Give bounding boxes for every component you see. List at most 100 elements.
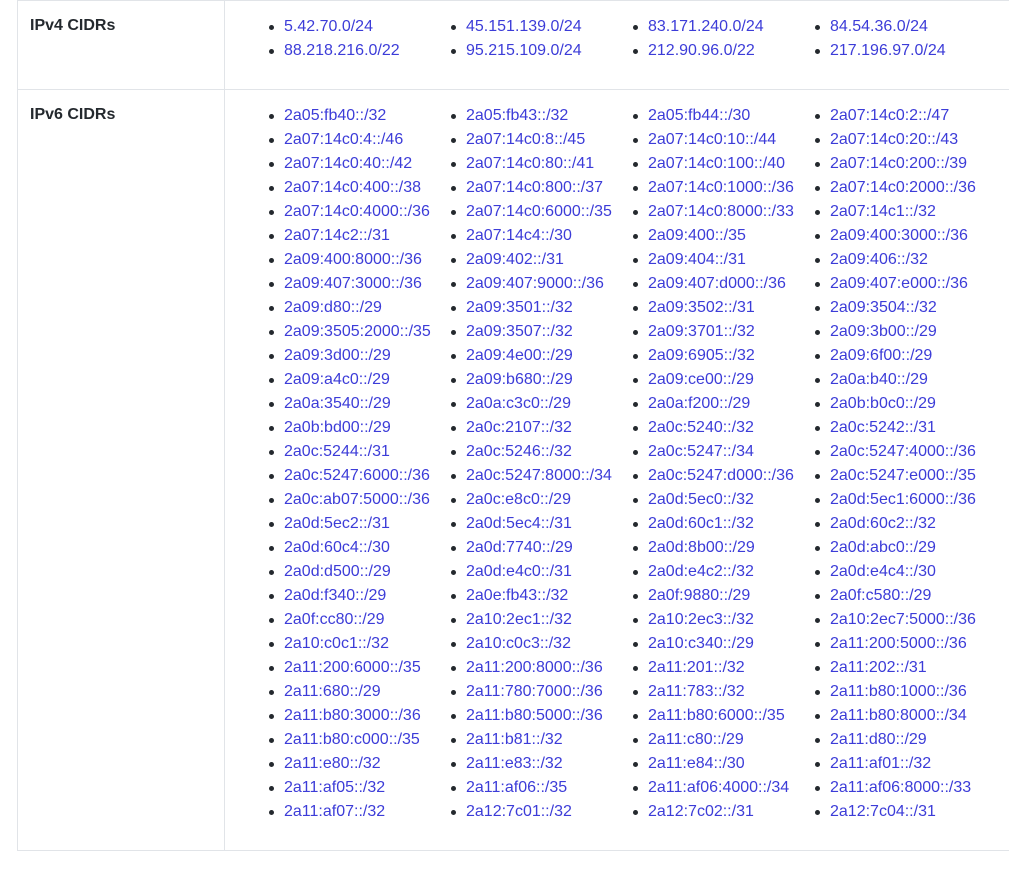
cidr-link[interactable]: 2a11:d80::/29 <box>830 731 927 748</box>
cidr-link[interactable]: 2a0c:5246::/32 <box>466 443 572 460</box>
cidr-link[interactable]: 2a11:af06:8000::/33 <box>830 779 971 796</box>
cidr-link[interactable]: 2a11:680::/29 <box>284 683 381 700</box>
cidr-link[interactable]: 2a07:14c0:1000::/36 <box>648 179 794 196</box>
cidr-link[interactable]: 2a09:3507::/32 <box>466 323 573 340</box>
cidr-link[interactable]: 2a0d:5ec4::/31 <box>466 515 572 532</box>
cidr-link[interactable]: 2a10:2ec7:5000::/36 <box>830 611 976 628</box>
cidr-link[interactable]: 2a11:b80:1000::/36 <box>830 683 967 700</box>
cidr-link[interactable]: 2a0d:60c4::/30 <box>284 539 390 556</box>
cidr-link[interactable]: 2a11:b81::/32 <box>466 731 563 748</box>
cidr-link[interactable]: 2a09:3b00::/29 <box>830 323 937 340</box>
cidr-link[interactable]: 2a0c:5247:6000::/36 <box>284 467 430 484</box>
cidr-link[interactable]: 2a10:2ec1::/32 <box>466 611 572 628</box>
cidr-link[interactable]: 45.151.139.0/24 <box>466 18 582 35</box>
cidr-link[interactable]: 2a0f:9880::/29 <box>648 587 750 604</box>
cidr-link[interactable]: 2a11:b80:6000::/35 <box>648 707 785 724</box>
cidr-link[interactable]: 2a0d:e4c4::/30 <box>830 563 936 580</box>
cidr-link[interactable]: 5.42.70.0/24 <box>284 18 373 35</box>
cidr-link[interactable]: 2a0e:fb43::/32 <box>466 587 568 604</box>
cidr-link[interactable]: 2a0b:b0c0::/29 <box>830 395 936 412</box>
cidr-link[interactable]: 2a09:400::/35 <box>648 227 746 244</box>
cidr-link[interactable]: 2a0c:5247:e000::/35 <box>830 467 976 484</box>
cidr-link[interactable]: 83.171.240.0/24 <box>648 18 764 35</box>
cidr-link[interactable]: 2a0c:5247::/34 <box>648 443 754 460</box>
cidr-link[interactable]: 2a11:b80:3000::/36 <box>284 707 421 724</box>
cidr-link[interactable]: 2a07:14c0:8::/45 <box>466 131 585 148</box>
cidr-link[interactable]: 2a11:af05::/32 <box>284 779 385 796</box>
cidr-link[interactable]: 2a09:407:3000::/36 <box>284 275 422 292</box>
cidr-link[interactable]: 2a11:e83::/32 <box>466 755 563 772</box>
cidr-link[interactable]: 2a0d:f340::/29 <box>284 587 386 604</box>
cidr-link[interactable]: 2a0b:bd00::/29 <box>284 419 391 436</box>
cidr-link[interactable]: 212.90.96.0/22 <box>648 42 755 59</box>
cidr-link[interactable]: 2a09:3502::/31 <box>648 299 755 316</box>
cidr-link[interactable]: 2a09:ce00::/29 <box>648 371 754 388</box>
cidr-link[interactable]: 2a05:fb43::/32 <box>466 107 568 124</box>
cidr-link[interactable]: 2a11:b80:5000::/36 <box>466 707 603 724</box>
cidr-link[interactable]: 2a11:af07::/32 <box>284 803 385 820</box>
cidr-link[interactable]: 2a11:200:6000::/35 <box>284 659 421 676</box>
cidr-link[interactable]: 2a07:14c0:6000::/35 <box>466 203 612 220</box>
cidr-link[interactable]: 2a09:400:8000::/36 <box>284 251 422 268</box>
cidr-link[interactable]: 2a0a:b40::/29 <box>830 371 928 388</box>
cidr-link[interactable]: 2a11:e84::/30 <box>648 755 745 772</box>
cidr-link[interactable]: 2a09:407:9000::/36 <box>466 275 604 292</box>
cidr-link[interactable]: 2a11:c80::/29 <box>648 731 744 748</box>
cidr-link[interactable]: 2a09:4e00::/29 <box>466 347 573 364</box>
cidr-link[interactable]: 2a12:7c04::/31 <box>830 803 936 820</box>
cidr-link[interactable]: 2a07:14c0:4::/46 <box>284 131 403 148</box>
cidr-link[interactable]: 88.218.216.0/22 <box>284 42 400 59</box>
cidr-link[interactable]: 2a11:783::/32 <box>648 683 745 700</box>
cidr-link[interactable]: 217.196.97.0/24 <box>830 42 946 59</box>
cidr-link[interactable]: 2a09:404::/31 <box>648 251 746 268</box>
cidr-link[interactable]: 2a11:200:5000::/36 <box>830 635 967 652</box>
cidr-link[interactable]: 2a09:3d00::/29 <box>284 347 391 364</box>
cidr-link[interactable]: 2a10:c0c3::/32 <box>466 635 571 652</box>
cidr-link[interactable]: 2a11:202::/31 <box>830 659 927 676</box>
cidr-link[interactable]: 2a07:14c0:100::/40 <box>648 155 785 172</box>
cidr-link[interactable]: 2a09:407:d000::/36 <box>648 275 786 292</box>
cidr-link[interactable]: 2a07:14c1::/32 <box>830 203 936 220</box>
cidr-link[interactable]: 2a07:14c0:2000::/36 <box>830 179 976 196</box>
cidr-link[interactable]: 2a0d:8b00::/29 <box>648 539 755 556</box>
cidr-link[interactable]: 2a0d:60c2::/32 <box>830 515 936 532</box>
cidr-link[interactable]: 2a0d:5ec2::/31 <box>284 515 390 532</box>
cidr-link[interactable]: 2a05:fb40::/32 <box>284 107 386 124</box>
cidr-link[interactable]: 2a09:3701::/32 <box>648 323 755 340</box>
cidr-link[interactable]: 2a07:14c0:80::/41 <box>466 155 594 172</box>
cidr-link[interactable]: 2a09:3505:2000::/35 <box>284 323 431 340</box>
cidr-link[interactable]: 2a11:200:8000::/36 <box>466 659 603 676</box>
cidr-link[interactable]: 2a09:406::/32 <box>830 251 928 268</box>
cidr-link[interactable]: 2a12:7c02::/31 <box>648 803 754 820</box>
cidr-link[interactable]: 2a10:c0c1::/32 <box>284 635 389 652</box>
cidr-link[interactable]: 2a10:2ec3::/32 <box>648 611 754 628</box>
cidr-link[interactable]: 84.54.36.0/24 <box>830 18 928 35</box>
cidr-link[interactable]: 2a09:3501::/32 <box>466 299 573 316</box>
cidr-link[interactable]: 2a07:14c0:2::/47 <box>830 107 949 124</box>
cidr-link[interactable]: 2a05:fb44::/30 <box>648 107 750 124</box>
cidr-link[interactable]: 2a0a:f200::/29 <box>648 395 750 412</box>
cidr-link[interactable]: 2a0d:d500::/29 <box>284 563 391 580</box>
cidr-link[interactable]: 2a10:c340::/29 <box>648 635 754 652</box>
cidr-link[interactable]: 2a09:400:3000::/36 <box>830 227 968 244</box>
cidr-link[interactable]: 2a0d:e4c2::/32 <box>648 563 754 580</box>
cidr-link[interactable]: 2a0c:ab07:5000::/36 <box>284 491 430 508</box>
cidr-link[interactable]: 2a09:3504::/32 <box>830 299 937 316</box>
cidr-link[interactable]: 2a11:b80:c000::/35 <box>284 731 420 748</box>
cidr-link[interactable]: 2a0c:5240::/32 <box>648 419 754 436</box>
cidr-link[interactable]: 2a11:af06:4000::/34 <box>648 779 789 796</box>
cidr-link[interactable]: 2a0c:5247:d000::/36 <box>648 467 794 484</box>
cidr-link[interactable]: 2a0d:abc0::/29 <box>830 539 936 556</box>
cidr-link[interactable]: 2a0c:e8c0::/29 <box>466 491 571 508</box>
cidr-link[interactable]: 2a0f:cc80::/29 <box>284 611 385 628</box>
cidr-link[interactable]: 2a0d:e4c0::/31 <box>466 563 572 580</box>
cidr-link[interactable]: 2a07:14c0:20::/43 <box>830 131 958 148</box>
cidr-link[interactable]: 2a11:e80::/32 <box>284 755 381 772</box>
cidr-link[interactable]: 2a11:201::/32 <box>648 659 745 676</box>
cidr-link[interactable]: 2a07:14c0:4000::/36 <box>284 203 430 220</box>
cidr-link[interactable]: 2a07:14c2::/31 <box>284 227 390 244</box>
cidr-link[interactable]: 2a09:407:e000::/36 <box>830 275 968 292</box>
cidr-link[interactable]: 2a0d:5ec0::/32 <box>648 491 754 508</box>
cidr-link[interactable]: 2a11:780:7000::/36 <box>466 683 603 700</box>
cidr-link[interactable]: 2a0a:c3c0::/29 <box>466 395 571 412</box>
